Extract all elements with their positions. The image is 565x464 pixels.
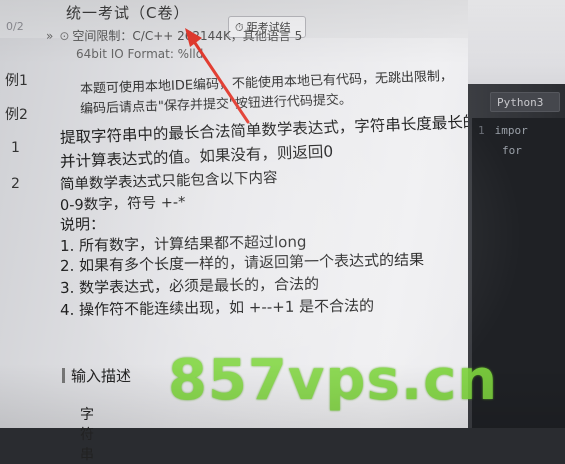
screen: 统一考试（C卷） ⏱ 距考试结 0/2 例1 例2 1 2 » ⊙ 空间限制：C/C+…: [0, 0, 565, 463]
watermark: 857vps.cn: [168, 348, 499, 413]
